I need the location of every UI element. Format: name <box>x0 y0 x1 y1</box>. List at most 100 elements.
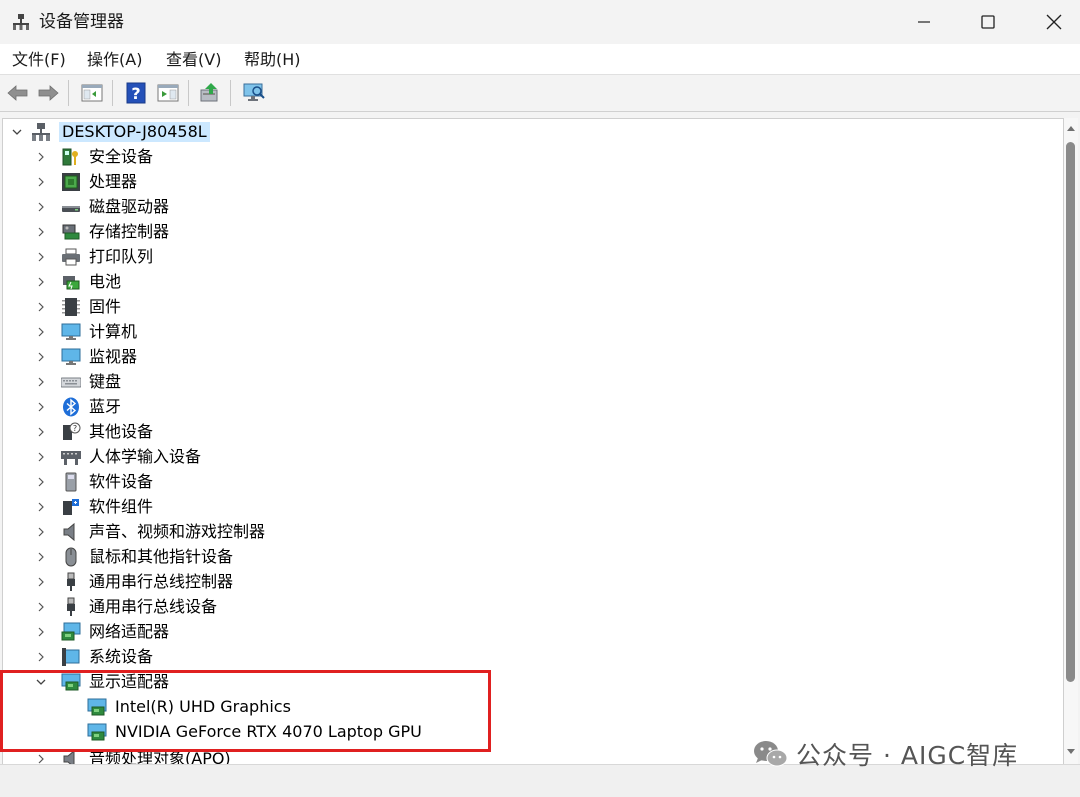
tree-item-label: 键盘 <box>89 372 122 391</box>
tree-item-label: 打印队列 <box>89 247 154 266</box>
tree-root-row[interactable]: DESKTOP-J80458L <box>9 120 309 145</box>
tree-item-processors[interactable]: 处理器 <box>33 170 333 195</box>
display-adapter-intel[interactable]: Intel(R) UHD Graphics <box>83 695 483 720</box>
chevron-right-icon[interactable] <box>35 376 47 388</box>
tree-item-usb-devices[interactable]: 通用串行总线设备 <box>33 595 433 620</box>
tree-item-label: 网络适配器 <box>89 622 170 641</box>
minimize-button[interactable] <box>892 0 956 44</box>
maximize-icon <box>981 15 995 29</box>
tree-item-disk-drives[interactable]: 磁盘驱动器 <box>33 195 333 220</box>
chevron-right-icon[interactable] <box>35 626 47 638</box>
back-button[interactable] <box>6 81 30 105</box>
usb-icon <box>67 572 75 591</box>
computer-tree-icon <box>32 123 50 141</box>
chevron-right-icon[interactable] <box>35 551 47 563</box>
chevron-right-icon[interactable] <box>35 251 47 263</box>
tree-item-label: 监视器 <box>89 347 138 366</box>
tree-item-computer[interactable]: 计算机 <box>33 320 333 345</box>
chevron-right-icon[interactable] <box>35 501 47 513</box>
tree-item-software-components[interactable]: 软件组件 <box>33 495 333 520</box>
tree-item-label: 处理器 <box>89 172 138 191</box>
chevron-right-icon[interactable] <box>35 651 47 663</box>
chevron-right-icon[interactable] <box>35 176 47 188</box>
title-bar: 设备管理器 <box>0 0 1080 44</box>
scan-hardware-icon <box>243 83 265 101</box>
chevron-right-icon[interactable] <box>35 476 47 488</box>
chevron-down-icon[interactable] <box>11 126 23 138</box>
wechat-logo-icon <box>754 741 788 767</box>
menu-action[interactable]: 操作(A) <box>87 50 142 70</box>
scroll-up-arrow-icon[interactable] <box>1066 122 1076 136</box>
scrollbar-thumb[interactable] <box>1066 142 1075 682</box>
tree-item-label: 通用串行总线控制器 <box>89 572 234 591</box>
unknown-device-icon: ? <box>63 422 81 440</box>
chevron-right-icon[interactable] <box>35 451 47 463</box>
tree-item-system-devices[interactable]: 系统设备 <box>33 645 433 670</box>
chevron-right-icon[interactable] <box>35 226 47 238</box>
computer-monitor-icon <box>61 323 81 340</box>
help-icon: ? <box>126 82 146 104</box>
chevron-right-icon[interactable] <box>35 351 47 363</box>
printer-icon <box>62 248 80 266</box>
svg-text:?: ? <box>73 424 77 433</box>
action-pane-button[interactable] <box>156 81 180 105</box>
tree-item-software-devices[interactable]: 软件设备 <box>33 470 333 495</box>
chevron-right-icon[interactable] <box>35 576 47 588</box>
chevron-right-icon[interactable] <box>35 151 47 163</box>
tree-item-network-adapters[interactable]: 网络适配器 <box>33 620 433 645</box>
tree-item-bluetooth[interactable]: 蓝牙 <box>33 395 333 420</box>
menu-help[interactable]: 帮助(H) <box>244 50 301 70</box>
tree-item-print-queues[interactable]: 打印队列 <box>33 245 333 270</box>
tree-item-label: 磁盘驱动器 <box>89 197 170 216</box>
tree-item-other-devices[interactable]: ? 其他设备 <box>33 420 333 445</box>
tree-item-label: 鼠标和其他指针设备 <box>89 547 234 566</box>
keyboard-icon <box>61 377 81 388</box>
tree-item-usb-controllers[interactable]: 通用串行总线控制器 <box>33 570 433 595</box>
tree-item-keyboards[interactable]: 键盘 <box>33 370 333 395</box>
firmware-chip-icon <box>62 298 80 316</box>
tree-item-batteries[interactable]: 电池 <box>33 270 333 295</box>
chevron-right-icon[interactable] <box>35 601 47 613</box>
scan-hardware-button[interactable] <box>242 81 266 105</box>
scroll-down-arrow-icon[interactable] <box>1066 744 1076 758</box>
chevron-right-icon[interactable] <box>35 526 47 538</box>
tree-item-label: 软件设备 <box>89 472 154 491</box>
tree-item-storage-controllers[interactable]: 存储控制器 <box>33 220 333 245</box>
tree-item-mice[interactable]: 鼠标和其他指针设备 <box>33 545 433 570</box>
tree-item-hid[interactable]: 人体学输入设备 <box>33 445 333 470</box>
forward-button[interactable] <box>36 81 60 105</box>
chevron-right-icon[interactable] <box>35 201 47 213</box>
chevron-right-icon[interactable] <box>35 401 47 413</box>
tree-item-display-adapters[interactable]: 显示适配器 <box>33 670 433 695</box>
help-button[interactable]: ? <box>124 81 148 105</box>
menu-bar: 文件(F) 操作(A) 查看(V) 帮助(H) <box>0 44 1080 74</box>
tree-item-label: 蓝牙 <box>89 397 122 416</box>
tree-item-security-devices[interactable]: 安全设备 <box>33 145 333 170</box>
monitor-icon <box>61 348 81 365</box>
console-tree-icon <box>81 84 103 102</box>
device-tree: DESKTOP-J80458L 安全设备 处理器 磁盘驱动器 存储控制器 打印队… <box>2 118 1064 766</box>
update-driver-button[interactable] <box>198 81 222 105</box>
tree-item-sound-video-game-controllers[interactable]: 声音、视频和游戏控制器 <box>33 520 433 545</box>
chevron-down-icon[interactable] <box>35 676 47 688</box>
tree-item-monitors[interactable]: 监视器 <box>33 345 333 370</box>
tree-item-label: 人体学输入设备 <box>89 447 202 466</box>
chevron-right-icon[interactable] <box>35 426 47 438</box>
show-hide-console-tree-button[interactable] <box>80 81 104 105</box>
software-device-icon <box>65 472 77 492</box>
tree-item-label: 通用串行总线设备 <box>89 597 218 616</box>
security-device-icon <box>62 148 78 166</box>
close-button[interactable] <box>1022 0 1080 44</box>
tree-item-label: 系统设备 <box>89 647 154 666</box>
display-adapter-nvidia[interactable]: NVIDIA GeForce RTX 4070 Laptop GPU <box>83 720 483 745</box>
chevron-right-icon[interactable] <box>35 301 47 313</box>
maximize-button[interactable] <box>956 0 1020 44</box>
chevron-right-icon[interactable] <box>35 276 47 288</box>
close-icon <box>1046 14 1062 30</box>
chevron-right-icon[interactable] <box>35 326 47 338</box>
menu-view[interactable]: 查看(V) <box>166 50 221 70</box>
back-arrow-icon <box>7 85 28 101</box>
tree-item-firmware[interactable]: 固件 <box>33 295 333 320</box>
tree-item-label: 存储控制器 <box>89 222 170 241</box>
menu-file[interactable]: 文件(F) <box>12 50 66 70</box>
